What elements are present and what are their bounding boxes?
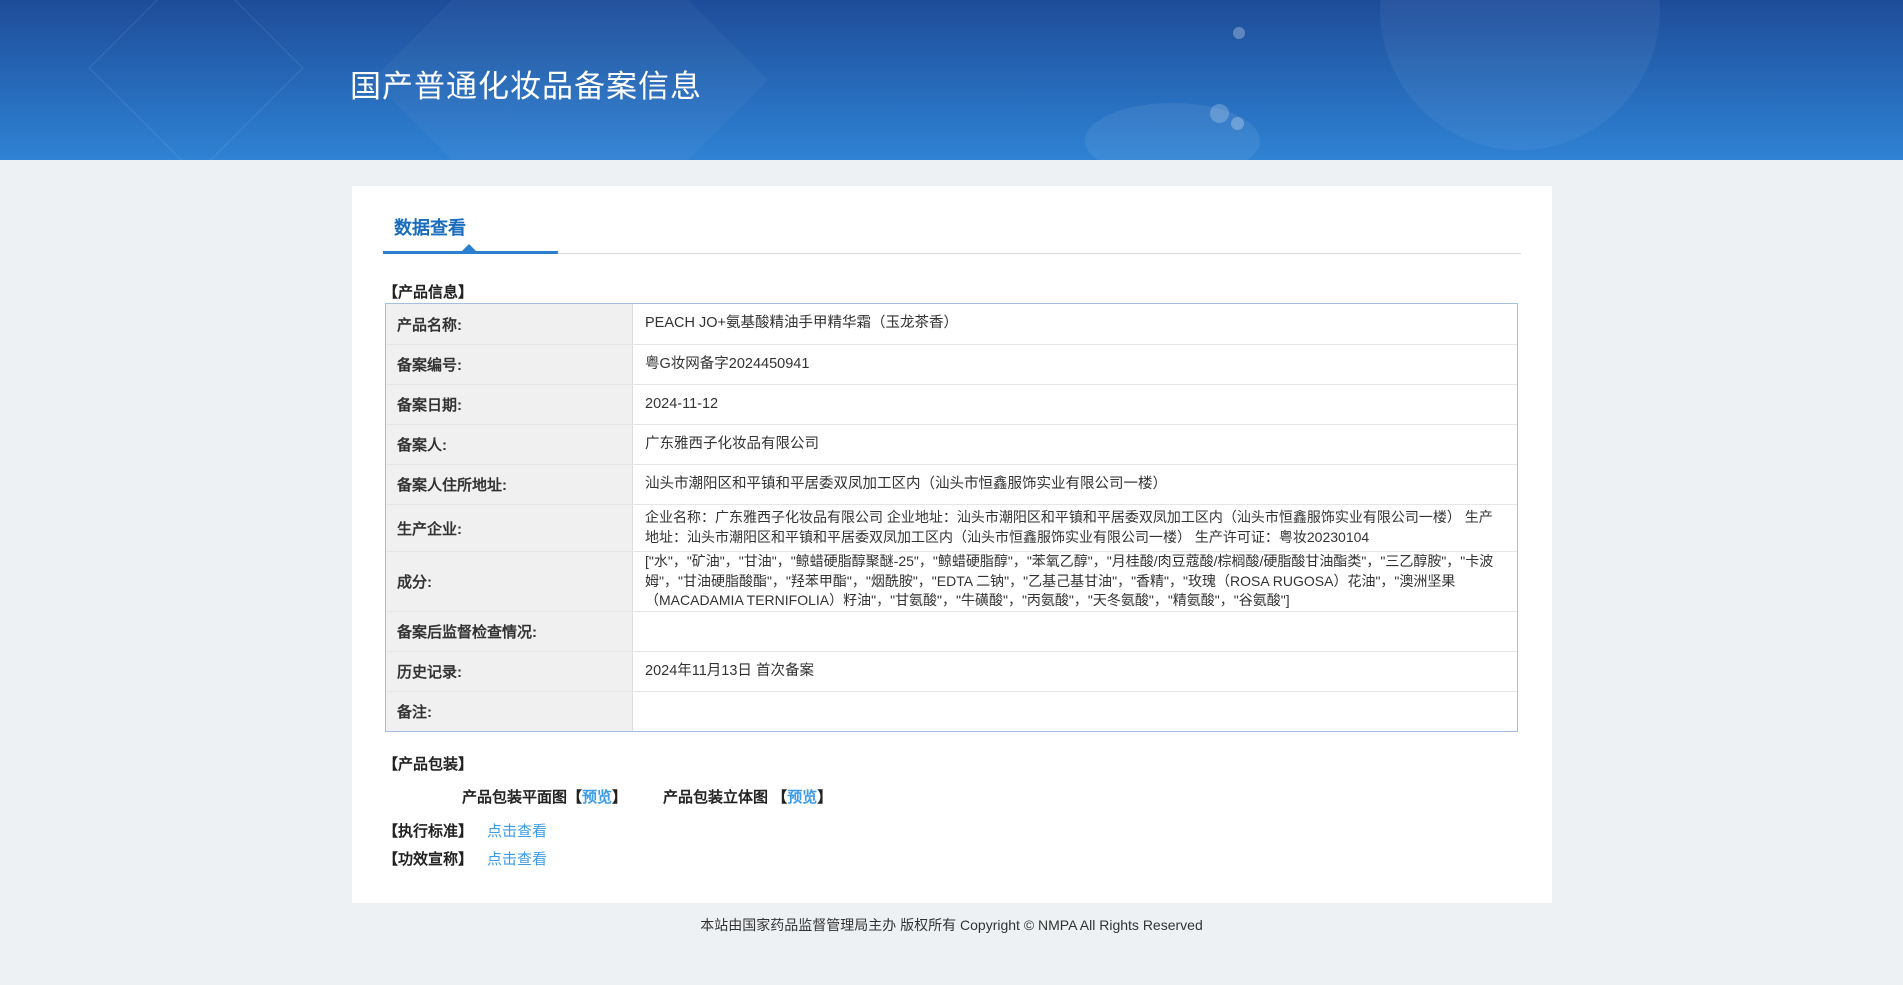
row-value: 粤G妆网备字2024450941 — [645, 355, 810, 372]
copyright-text: 本站由国家药品监督管理局主办 版权所有 Copyright © NMPA All… — [700, 917, 1203, 933]
banner-dot-decoration — [1231, 117, 1244, 130]
row-value — [633, 692, 1517, 731]
page: 国产普通化妆品备案信息 数据查看 【产品信息】 产品名称: PEACH JO+氨… — [0, 0, 1903, 985]
row-label: 备案后监督检查情况: — [386, 612, 633, 651]
table-row-manufacturer: 生产企业: 企业名称：广东雅西子化妆品有限公司 企业地址：汕头市潮阳区和平镇和平… — [386, 504, 1517, 551]
row-label: 产品名称: — [386, 304, 633, 344]
row-label: 历史记录: — [386, 652, 633, 691]
standard-line: 【执行标准】 点击查看 — [383, 820, 547, 841]
banner-ellipse-decoration — [1085, 103, 1260, 160]
bracket-close: 】 — [817, 789, 833, 806]
tab-data-view[interactable]: 数据查看 — [394, 214, 466, 240]
row-label: 成分: — [386, 552, 633, 611]
standard-view-link[interactable]: 点击查看 — [487, 823, 547, 840]
row-label: 备案人: — [386, 425, 633, 464]
packaging-stereo-group: 产品包装立体图 【预览】 — [663, 786, 832, 807]
table-row-record-number: 备案编号: 粤G妆网备字2024450941 — [386, 344, 1517, 384]
page-footer: 本站由国家药品监督管理局主办 版权所有 Copyright © NMPA All… — [0, 903, 1903, 935]
table-row-remarks: 备注: — [386, 691, 1517, 731]
row-value: 企业名称：广东雅西子化妆品有限公司 企业地址：汕头市潮阳区和平镇和平居委双凤加工… — [645, 509, 1493, 545]
table-row-ingredients: 成分: ["水"，"矿油"，"甘油"，"鲸蜡硬脂醇聚醚-25"，"鲸蜡硬脂醇"，… — [386, 551, 1517, 611]
table-row-record-date: 备案日期: 2024-11-12 — [386, 384, 1517, 424]
banner-cube-decoration — [88, 0, 304, 160]
table-row-history: 历史记录: 2024年11月13日 首次备案 — [386, 651, 1517, 691]
packaging-flat-group: 产品包装平面图【预览】 — [462, 786, 627, 807]
product-info-table: 产品名称: PEACH JO+氨基酸精油手甲精华霜（玉龙茶香） 备案编号: 粤G… — [385, 303, 1518, 732]
row-value: 2024年11月13日 首次备案 — [645, 662, 814, 679]
table-row-registrant: 备案人: 广东雅西子化妆品有限公司 — [386, 424, 1517, 464]
row-label: 备注: — [386, 692, 633, 731]
page-title: 国产普通化妆品备案信息 — [350, 69, 702, 104]
row-value: 汕头市潮阳区和平镇和平居委双凤加工区内（汕头市恒鑫服饰实业有限公司一楼） — [645, 475, 1167, 492]
bracket-open: 【 — [567, 789, 583, 806]
banner-circle-decoration — [1380, 0, 1660, 150]
packaging-stereo-label: 产品包装立体图 — [663, 789, 773, 806]
packaging-stereo-preview-link[interactable]: 预览 — [787, 789, 817, 806]
table-row-product-name: 产品名称: PEACH JO+氨基酸精油手甲精华霜（玉龙茶香） — [386, 304, 1517, 344]
row-value: 广东雅西子化妆品有限公司 — [645, 435, 819, 452]
row-label: 备案编号: — [386, 345, 633, 384]
row-label: 备案日期: — [386, 385, 633, 424]
banner-dot-decoration — [1233, 27, 1245, 39]
row-value: ["水"，"矿油"，"甘油"，"鲸蜡硬脂醇聚醚-25"，"鲸蜡硬脂醇"，"苯氧乙… — [645, 553, 1494, 609]
row-label: 生产企业: — [386, 505, 633, 551]
row-label: 备案人住所地址: — [386, 465, 633, 504]
efficacy-label: 【功效宣称】 — [383, 851, 474, 868]
packaging-section-title: 【产品包装】 — [383, 756, 474, 773]
table-row-supervision: 备案后监督检查情况: — [386, 611, 1517, 651]
standard-label: 【执行标准】 — [383, 823, 474, 840]
efficacy-view-link[interactable]: 点击查看 — [487, 851, 547, 868]
product-info-section-title: 【产品信息】 — [383, 284, 474, 301]
row-value: 2024-11-12 — [645, 395, 719, 412]
tab-active-arrow-icon — [461, 244, 477, 252]
packaging-flat-label: 产品包装平面图 — [462, 789, 568, 806]
bracket-open: 【 — [772, 789, 788, 806]
table-row-registrant-address: 备案人住所地址: 汕头市潮阳区和平镇和平居委双凤加工区内（汕头市恒鑫服饰实业有限… — [386, 464, 1517, 504]
packaging-flat-preview-link[interactable]: 预览 — [582, 789, 612, 806]
banner: 国产普通化妆品备案信息 — [0, 0, 1903, 160]
row-value — [633, 612, 1517, 651]
efficacy-line: 【功效宣称】 点击查看 — [383, 848, 547, 869]
content-card: 数据查看 【产品信息】 产品名称: PEACH JO+氨基酸精油手甲精华霜（玉龙… — [352, 186, 1552, 903]
bracket-close: 】 — [612, 789, 628, 806]
row-value: PEACH JO+氨基酸精油手甲精华霜（玉龙茶香） — [645, 315, 958, 332]
banner-dot-decoration — [1210, 104, 1229, 123]
